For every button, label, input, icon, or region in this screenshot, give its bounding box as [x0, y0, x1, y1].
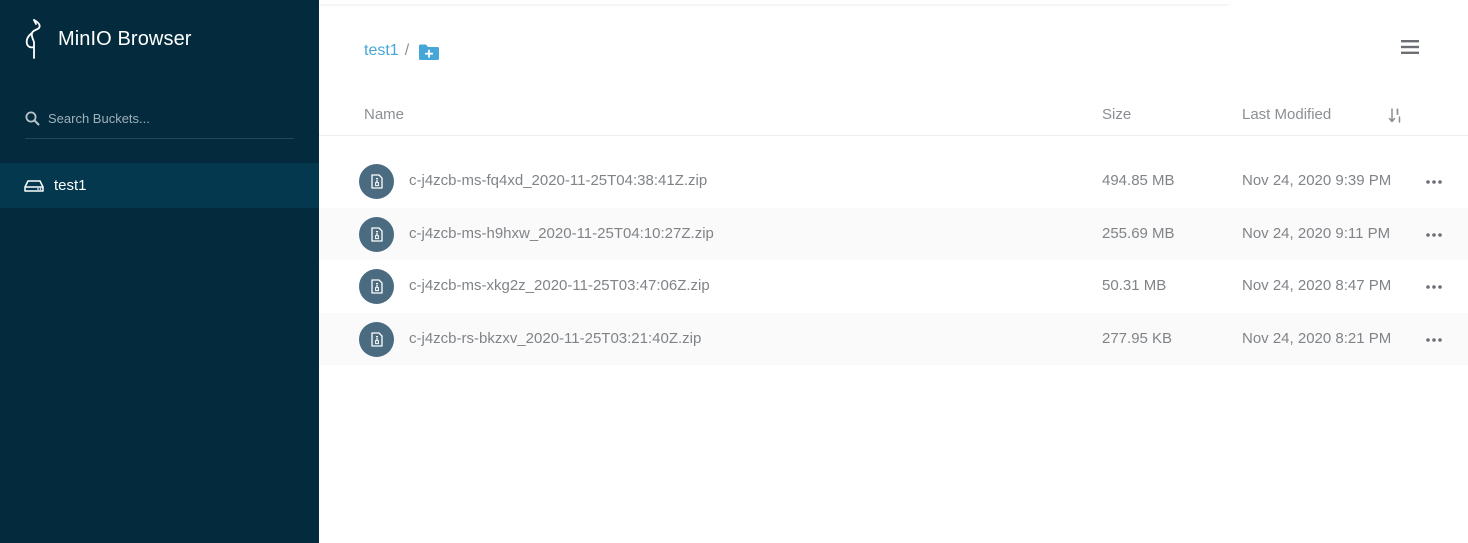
- breadcrumb-item-test1[interactable]: test1: [364, 42, 399, 60]
- file-icon-badge: [359, 321, 394, 357]
- hard-drive-icon: [24, 179, 44, 192]
- file-name[interactable]: c-j4zcb-rs-bkzxv_2020-11-25T03:21:40Z.zi…: [409, 330, 701, 347]
- file-size: 255.69 MB: [1102, 224, 1175, 242]
- zip-file-icon: [370, 279, 383, 294]
- file-icon-badge: [359, 164, 394, 199]
- zip-file-icon: [370, 174, 383, 189]
- file-name[interactable]: c-j4zcb-ms-fq4xd_2020-11-25T04:38:41Z.zi…: [409, 172, 707, 189]
- zip-file-icon: [370, 331, 383, 347]
- table-header: Name Size Last Modified: [319, 94, 1468, 136]
- brand[interactable]: MinIO Browser: [22, 18, 192, 60]
- file-size: 277.95 KB: [1102, 329, 1173, 347]
- more-actions-icon[interactable]: [1425, 175, 1443, 189]
- hamburger-menu-icon[interactable]: [1400, 38, 1420, 56]
- more-actions-icon[interactable]: [1425, 280, 1443, 294]
- table-row[interactable]: c-j4zcb-rs-bkzxv_2020-11-25T03:21:40Z.zi…: [319, 312, 1468, 365]
- add-folder-icon[interactable]: [418, 43, 440, 61]
- table-row[interactable]: c-j4zcb-ms-h9hxw_2020-11-25T04:10:27Z.zi…: [319, 207, 1468, 260]
- column-header-size[interactable]: Size: [1102, 106, 1131, 123]
- file-list: c-j4zcb-ms-fq4xd_2020-11-25T04:38:41Z.zi…: [319, 155, 1468, 365]
- breadcrumb: test1 /: [364, 40, 440, 61]
- file-last-modified: Nov 24, 2020 8:21 PM: [1242, 329, 1392, 347]
- search-icon: [25, 111, 40, 125]
- minio-logo-icon: [25, 19, 41, 59]
- file-icon-badge: [359, 269, 394, 304]
- column-header-last-modified[interactable]: Last Modified: [1242, 106, 1331, 123]
- file-last-modified: Nov 24, 2020 9:39 PM: [1242, 172, 1392, 189]
- file-size: 50.31 MB: [1102, 277, 1167, 294]
- sidebar-item-test1[interactable]: test1: [0, 163, 319, 208]
- file-last-modified: Nov 24, 2020 9:11 PM: [1242, 224, 1391, 242]
- more-actions-icon[interactable]: [1425, 333, 1443, 347]
- header-shadow: [319, 0, 1229, 4]
- brand-title: MinIO Browser: [58, 27, 192, 50]
- file-name[interactable]: c-j4zcb-ms-xkg2z_2020-11-25T03:47:06Z.zi…: [409, 277, 710, 294]
- breadcrumb-separator: /: [404, 41, 410, 59]
- zip-file-icon: [370, 226, 383, 242]
- more-actions-icon[interactable]: [1425, 228, 1443, 242]
- file-size: 494.85 MB: [1102, 172, 1175, 189]
- sidebar: MinIO Browser test1: [0, 0, 319, 543]
- table-row[interactable]: c-j4zcb-ms-xkg2z_2020-11-25T03:47:06Z.zi…: [319, 260, 1468, 313]
- file-name[interactable]: c-j4zcb-ms-h9hxw_2020-11-25T04:10:27Z.zi…: [409, 225, 714, 242]
- file-icon-badge: [359, 216, 394, 252]
- sort-icon[interactable]: [1388, 108, 1402, 123]
- column-header-name[interactable]: Name: [364, 106, 404, 123]
- main-content: test1 / Name Size Last Modified c-j4zcb-…: [319, 0, 1468, 543]
- bucket-search: [25, 104, 294, 139]
- sidebar-item-label: test1: [54, 177, 87, 194]
- search-buckets-input[interactable]: [48, 110, 288, 126]
- table-row[interactable]: c-j4zcb-ms-fq4xd_2020-11-25T04:38:41Z.zi…: [319, 155, 1468, 208]
- file-last-modified: Nov 24, 2020 8:47 PM: [1242, 277, 1392, 294]
